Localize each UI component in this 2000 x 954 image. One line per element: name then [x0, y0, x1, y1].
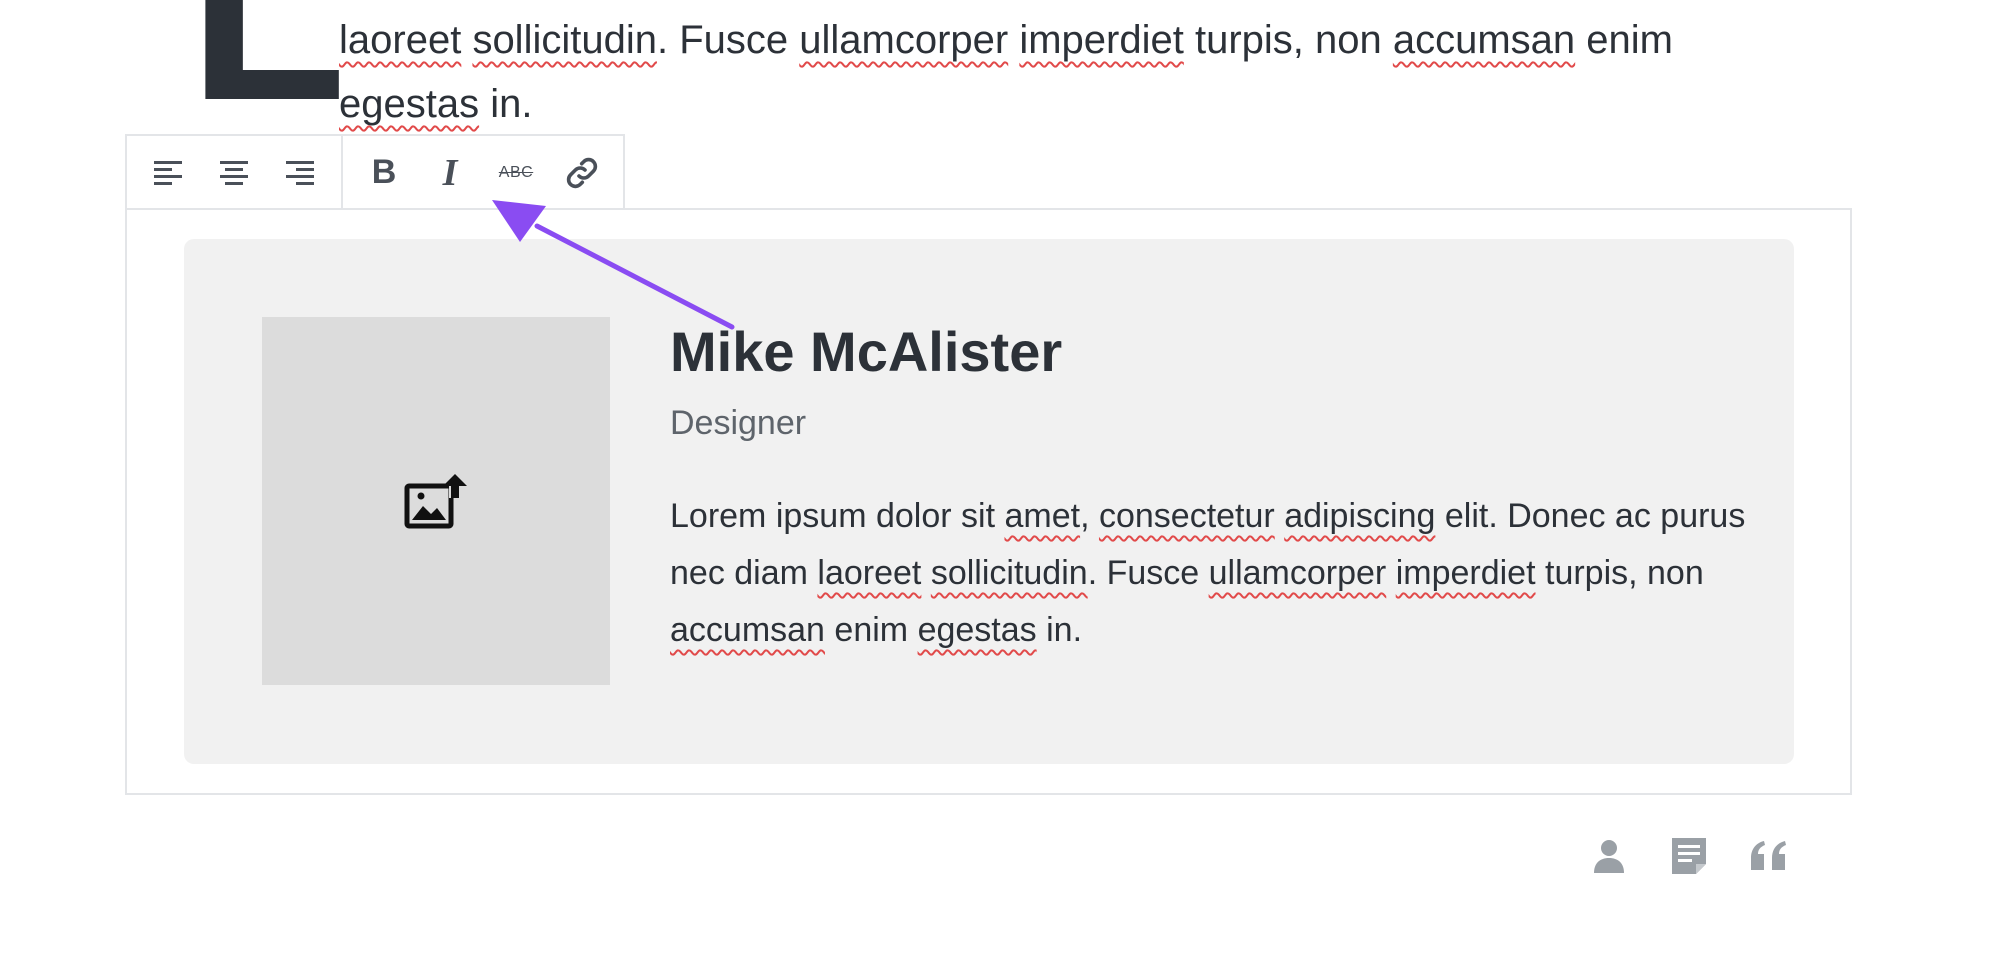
bold-button[interactable]: B: [351, 136, 417, 209]
strikethrough-icon: ABC: [498, 163, 534, 181]
profile-bio[interactable]: Lorem ipsum dolor sit amet, consectetur …: [670, 488, 1750, 659]
italic-button[interactable]: I: [417, 136, 483, 209]
text-run: [1275, 497, 1284, 535]
person-icon: [1594, 840, 1624, 873]
text-run: in.: [479, 82, 533, 126]
misspelled-word: accumsan: [1392, 18, 1576, 62]
align-right-button[interactable]: [267, 136, 333, 209]
misspelled-word: egestas: [917, 611, 1037, 649]
add-photo-icon: [404, 474, 467, 529]
profile-card: Mike McAlister Designer Lorem ipsum dolo…: [184, 239, 1794, 764]
selected-block[interactable]: Mike McAlister Designer Lorem ipsum dolo…: [125, 208, 1852, 795]
misspelled-word: adipiscing: [1284, 497, 1436, 535]
text-run: . Fusce: [656, 18, 800, 62]
profile-role[interactable]: Designer: [670, 399, 806, 447]
misspelled-word: accumsan: [670, 611, 825, 649]
quote-button[interactable]: [1748, 835, 1790, 877]
misspelled-word: consectetur: [1098, 497, 1275, 535]
text-run: [921, 554, 930, 592]
notes-button[interactable]: [1668, 835, 1710, 877]
strikethrough-button[interactable]: ABC: [483, 136, 549, 209]
link-icon: [566, 157, 598, 188]
align-center-icon: [220, 160, 248, 185]
format-group: B I ABC: [341, 136, 623, 209]
person-button[interactable]: [1588, 835, 1630, 877]
text-run: in.: [1036, 611, 1083, 649]
text-run: enim: [824, 611, 918, 649]
editor-page: L laoreet sollicitudin. Fusce ullamcorpe…: [0, 0, 2000, 954]
quote-icon: [1751, 841, 1786, 870]
profile-name[interactable]: Mike McAlister: [670, 317, 1062, 387]
text-run: [1386, 554, 1395, 592]
align-left-icon: [154, 160, 182, 185]
misspelled-word: imperdiet: [1019, 18, 1184, 62]
align-center-button[interactable]: [201, 136, 267, 209]
misspelled-word: sollicitudin: [930, 554, 1088, 592]
notes-icon: [1672, 838, 1706, 874]
text-run: [461, 18, 472, 62]
misspelled-word: amet: [1004, 497, 1081, 535]
text-run: ,: [1080, 497, 1099, 535]
bold-icon: B: [371, 153, 397, 191]
misspelled-word: sollicitudin: [472, 18, 657, 62]
align-right-icon: [286, 160, 314, 185]
block-type-icons: [1588, 835, 1790, 877]
misspelled-word: imperdiet: [1395, 554, 1536, 592]
misspelled-word: egestas: [339, 82, 480, 126]
image-upload-area[interactable]: [262, 317, 610, 685]
italic-icon: I: [442, 151, 458, 194]
text-run: . Fusce: [1087, 554, 1209, 592]
misspelled-word: ullamcorper: [1208, 554, 1387, 592]
link-button[interactable]: [549, 136, 615, 209]
align-left-button[interactable]: [135, 136, 201, 209]
misspelled-word: laoreet: [817, 554, 922, 592]
block-toolbar: B I ABC: [125, 134, 625, 209]
misspelled-word: ullamcorper: [799, 18, 1009, 62]
alignment-group: [127, 136, 341, 209]
misspelled-word: laoreet: [339, 18, 462, 62]
text-run: enim: [1575, 18, 1673, 62]
text-run: Lorem ipsum dolor sit: [670, 497, 1005, 535]
text-run: [1008, 18, 1019, 62]
drop-cap: L: [188, 0, 347, 155]
text-run: turpis, non: [1535, 554, 1704, 592]
paragraph-text[interactable]: laoreet sollicitudin. Fusce ullamcorper …: [339, 8, 1759, 136]
text-run: turpis, non: [1183, 18, 1393, 62]
